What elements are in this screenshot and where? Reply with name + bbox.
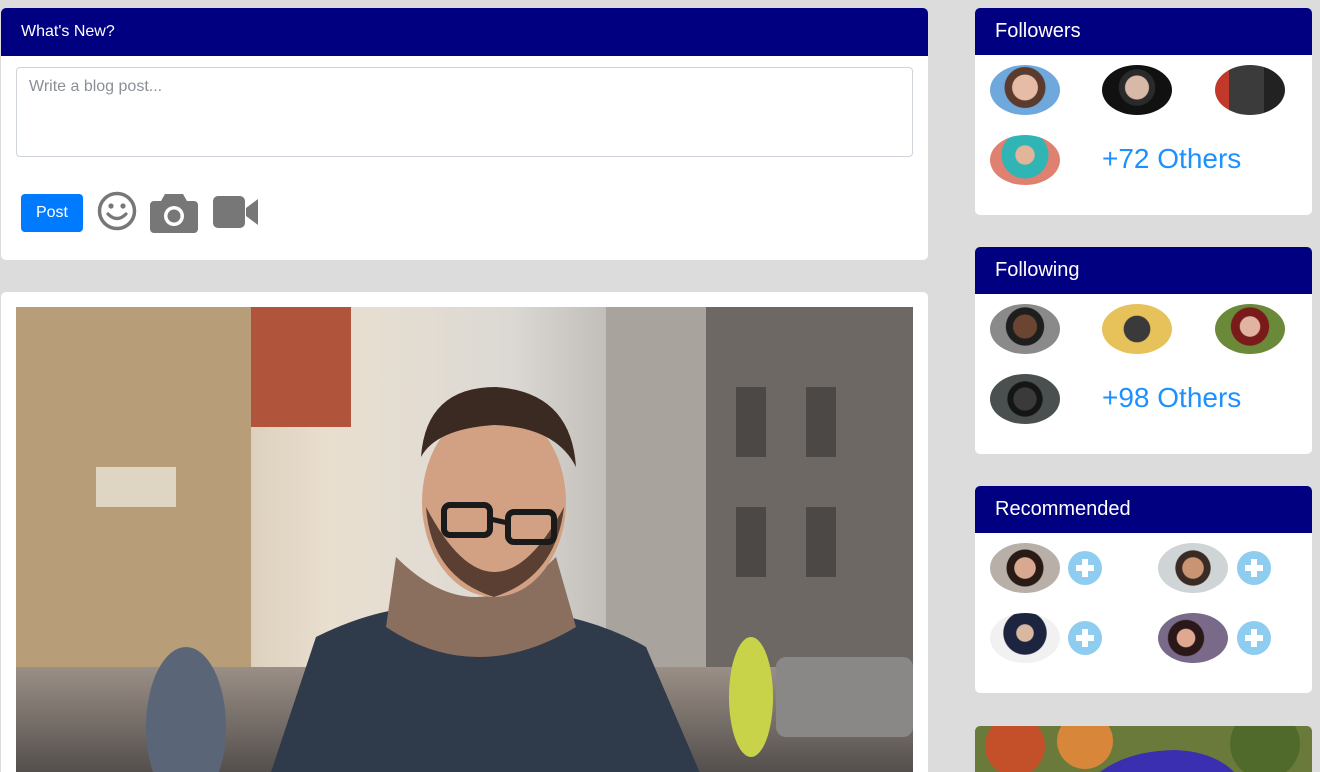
recommended-avatar[interactable] [990,613,1060,663]
follower-avatar[interactable] [990,65,1060,115]
following-avatar[interactable] [990,304,1060,354]
video-camera-icon[interactable] [212,193,260,231]
following-title: Following [975,247,1312,294]
recommended-title: Recommended [975,486,1312,533]
follower-avatar[interactable] [1102,65,1172,115]
plus-icon [1076,629,1094,647]
plus-icon [1076,559,1094,577]
followers-others-link[interactable]: +72 Others [1102,143,1241,175]
promo-image-card [975,726,1312,772]
promo-photo [975,726,1312,772]
recommended-card: Recommended [975,486,1312,693]
following-card: Following +98 Others [975,247,1312,454]
composer-title: What's New? [1,8,928,56]
follower-avatar[interactable] [990,135,1060,185]
follower-avatar[interactable] [1215,65,1285,115]
blog-post-input[interactable] [16,67,913,157]
add-user-button[interactable] [1068,621,1102,655]
feed-post-card [1,292,928,772]
following-avatar[interactable] [1215,304,1285,354]
add-user-button[interactable] [1068,551,1102,585]
recommended-avatar[interactable] [1158,543,1228,593]
plus-icon [1245,629,1263,647]
followers-title: Followers [975,8,1312,55]
smiley-icon[interactable] [96,190,138,232]
plus-icon [1245,559,1263,577]
following-others-link[interactable]: +98 Others [1102,382,1241,414]
following-avatar[interactable] [1102,304,1172,354]
composer-card: What's New? Post [1,8,928,260]
post-photo [16,307,913,772]
add-user-button[interactable] [1237,551,1271,585]
followers-card: Followers +72 Others [975,8,1312,215]
add-user-button[interactable] [1237,621,1271,655]
recommended-avatar[interactable] [990,543,1060,593]
camera-icon[interactable] [149,190,199,234]
post-button[interactable]: Post [21,194,83,232]
following-avatar[interactable] [990,374,1060,424]
recommended-avatar[interactable] [1158,613,1228,663]
